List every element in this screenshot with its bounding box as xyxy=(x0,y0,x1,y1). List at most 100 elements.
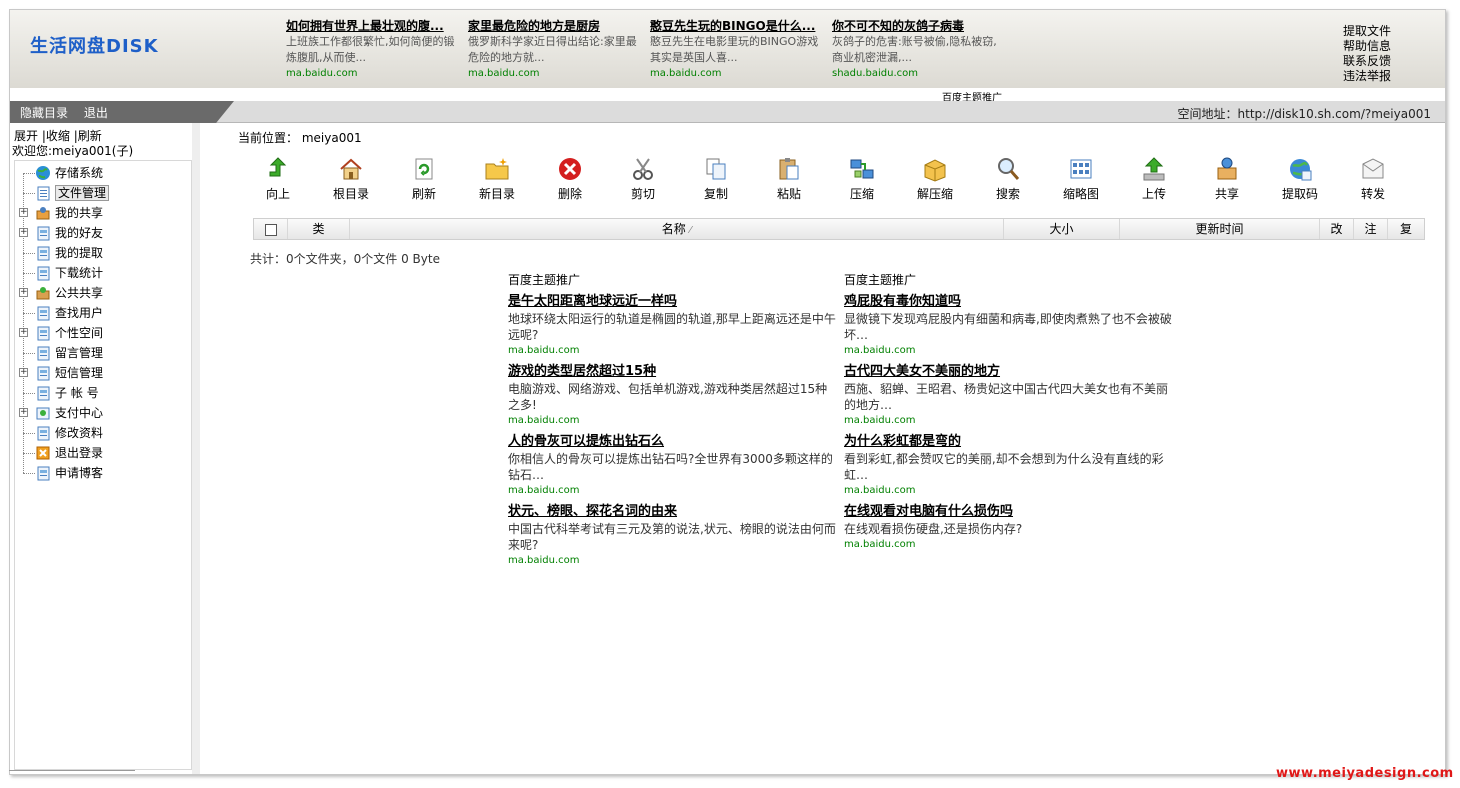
expand-toggle-icon[interactable]: + xyxy=(19,408,28,417)
ad-title[interactable]: 古代四大美女不美丽的地方 xyxy=(844,360,1174,379)
toolbar-button[interactable]: 根目录 xyxy=(321,156,381,202)
header-ad[interactable]: 如何拥有世界上最壮观的腹... 上班族工作都很繁忙,如何简便的锻炼腹肌,从而使.… xyxy=(286,18,461,82)
ad-item[interactable]: 人的骨灰可以提炼出钻石么 你相信人的骨灰可以提炼出钻石吗?全世界有3000多颗这… xyxy=(508,430,838,496)
toolbar-button[interactable]: 解压缩 xyxy=(905,156,965,202)
sidebar-item[interactable]: + 公共共享 xyxy=(15,283,191,303)
ad-item[interactable]: 古代四大美女不美丽的地方 西施、貂蝉、王昭君、杨贵妃这中国古代四大美女也有不美丽… xyxy=(844,360,1174,426)
ad-column-left: 百度主题推广 是午太阳距离地球远近一样吗 地球环绕太阳运行的轨道是椭圆的轨道,那… xyxy=(508,271,838,570)
logout-button[interactable]: 退出 xyxy=(84,106,108,120)
expand-toggle-icon[interactable]: + xyxy=(19,368,28,377)
sidebar-item[interactable]: 查找用户 xyxy=(15,303,191,323)
sidebar-item[interactable]: + 我的共享 xyxy=(15,203,191,223)
ad-url: ma.baidu.com xyxy=(844,539,916,550)
header-ad-title[interactable]: 家里最危险的地方是厨房 xyxy=(468,18,643,34)
toolbar-button[interactable]: 提取码 xyxy=(1270,156,1330,202)
col-note[interactable]: 注 xyxy=(1354,219,1388,239)
sidebar-item[interactable]: 存储系统 xyxy=(15,163,191,183)
col-name[interactable]: 名称 ⁄ xyxy=(350,219,1004,239)
sidebar-item[interactable]: 下载统计 xyxy=(15,263,191,283)
ad-title[interactable]: 状元、榜眼、探花名词的由来 xyxy=(508,500,838,519)
toolbar-button[interactable]: 刷新 xyxy=(394,156,454,202)
collapse-link[interactable]: 收缩 xyxy=(46,129,70,143)
ad-title[interactable]: 是午太阳距离地球远近一样吗 xyxy=(508,290,838,309)
header-ad-desc: 俄罗斯科学家近日得出结论:家里最危险的地方就... xyxy=(468,35,637,64)
ad-title[interactable]: 游戏的类型居然超过15种 xyxy=(508,360,838,379)
header-ad[interactable]: 你不可不知的灰鸽子病毒 灰鸽子的危害:账号被偷,隐私被窃,商业机密泄漏,... … xyxy=(832,18,1007,82)
message-icon xyxy=(35,345,51,361)
sidebar-item[interactable]: 文件管理 xyxy=(15,183,191,203)
header-ad[interactable]: 憨豆先生玩的BINGO是什么... 憨豆先生在电影里玩的BINGO游戏其实是英国… xyxy=(650,18,825,82)
tree-connector xyxy=(23,433,35,434)
header-ad-title[interactable]: 憨豆先生玩的BINGO是什么... xyxy=(650,18,825,34)
ad-item[interactable]: 为什么彩虹都是弯的 看到彩虹,都会赞叹它的美丽,却不会想到为什么没有直线的彩虹…… xyxy=(844,430,1174,496)
site-logo[interactable]: 生活网盘DISK xyxy=(30,32,159,58)
sidebar-item[interactable]: + 支付中心 xyxy=(15,403,191,423)
sidebar-item-label: 短信管理 xyxy=(55,366,104,380)
sidebar-item[interactable]: 修改资料 xyxy=(15,423,191,443)
toolbar-button[interactable]: 删除 xyxy=(540,156,600,202)
expand-toggle-icon[interactable]: + xyxy=(19,328,28,337)
header-ad-title[interactable]: 你不可不知的灰鸽子病毒 xyxy=(832,18,1007,34)
tree-connector xyxy=(23,393,35,394)
sidebar-item[interactable]: + 我的好友 xyxy=(15,223,191,243)
extract-file-link[interactable]: 提取文件 xyxy=(1343,24,1391,39)
select-all-checkbox[interactable] xyxy=(264,223,277,236)
toolbar-button[interactable]: 复制 xyxy=(686,156,746,202)
feedback-link[interactable]: 联系反馈 xyxy=(1343,54,1391,69)
toolbar-button[interactable]: 压缩 xyxy=(832,156,892,202)
toolbar-button[interactable]: 向上 xyxy=(248,156,308,202)
toolbar-button-label: 转发 xyxy=(1360,187,1385,201)
toolbar-button[interactable]: 剪切 xyxy=(613,156,673,202)
help-link[interactable]: 帮助信息 xyxy=(1343,39,1391,54)
toolbar-button[interactable]: 搜索 xyxy=(978,156,1038,202)
expand-toggle-icon[interactable]: + xyxy=(19,208,28,217)
header-ad[interactable]: 家里最危险的地方是厨房 俄罗斯科学家近日得出结论:家里最危险的地方就... ma… xyxy=(468,18,643,82)
ad-item[interactable]: 游戏的类型居然超过15种 电脑游戏、网络游戏、包括单机游戏,游戏种类居然超过15… xyxy=(508,360,838,426)
col-copy[interactable]: 复 xyxy=(1388,219,1424,239)
refresh-link[interactable]: 刷新 xyxy=(78,129,102,143)
sidebar-item[interactable]: + 个性空间 xyxy=(15,323,191,343)
sidebar-item[interactable]: 子 帐 号 xyxy=(15,383,191,403)
expand-toggle-icon[interactable]: + xyxy=(19,288,28,297)
ad-url: ma.baidu.com xyxy=(508,555,580,566)
toolbar-button[interactable]: 上传 xyxy=(1124,156,1184,202)
toolbar-button[interactable]: 缩略图 xyxy=(1051,156,1111,202)
sidebar-item[interactable]: + 短信管理 xyxy=(15,363,191,383)
toolbar-button[interactable]: 共享 xyxy=(1197,156,1257,202)
personal-space-icon xyxy=(35,325,51,341)
header-ad-title[interactable]: 如何拥有世界上最壮观的腹... xyxy=(286,18,461,34)
ad-item[interactable]: 在线观看对电脑有什么损伤吗 在线观看损伤硬盘,还是损伤内存? ma.baidu.… xyxy=(844,500,1174,550)
col-edit[interactable]: 改 xyxy=(1320,219,1354,239)
tree-connector xyxy=(23,473,35,474)
ad-title[interactable]: 为什么彩虹都是弯的 xyxy=(844,430,1174,449)
expand-toggle-icon[interactable]: + xyxy=(19,228,28,237)
col-size[interactable]: 大小 xyxy=(1004,219,1120,239)
tree-connector xyxy=(23,173,35,174)
ad-title[interactable]: 鸡屁股有毒你知道吗 xyxy=(844,290,1174,309)
ad-item[interactable]: 是午太阳距离地球远近一样吗 地球环绕太阳运行的轨道是椭圆的轨道,那早上距离远还是… xyxy=(508,290,838,356)
sidebar: 展开 |收缩 |刷新 欢迎您:meiya001(子) 存储系统 文件管理 + 我的共享… xyxy=(10,123,200,774)
header-ad-url: ma.baidu.com xyxy=(650,68,722,79)
ad-title[interactable]: 在线观看对电脑有什么损伤吗 xyxy=(844,500,1174,519)
expand-link[interactable]: 展开 xyxy=(14,129,38,143)
col-type[interactable]: 类 xyxy=(288,219,350,239)
toolbar-button[interactable]: 转发 xyxy=(1343,156,1403,202)
share-icon xyxy=(1214,156,1240,182)
toolbar-button[interactable]: 粘贴 xyxy=(759,156,819,202)
toolbar-button[interactable]: 新目录 xyxy=(467,156,527,202)
sidebar-item[interactable]: 留言管理 xyxy=(15,343,191,363)
ad-header: 百度主题推广 xyxy=(844,273,917,287)
directory-tree: 存储系统 文件管理 + 我的共享 + 我的好友 我的提取 下载统计 + 公共共享 查找用户 + 个性空间… xyxy=(14,160,192,770)
ad-item[interactable]: 状元、榜眼、探花名词的由来 中国古代科举考试有三元及第的说法,状元、榜眼的说法由… xyxy=(508,500,838,566)
ad-item[interactable]: 鸡屁股有毒你知道吗 显微镜下发现鸡屁股内有细菌和病毒,即使肉煮熟了也不会被破坏…… xyxy=(844,290,1174,356)
toolbar-button-label: 粘贴 xyxy=(776,187,801,201)
sidebar-item[interactable]: 我的提取 xyxy=(15,243,191,263)
forward-icon xyxy=(1360,156,1386,182)
ad-title[interactable]: 人的骨灰可以提炼出钻石么 xyxy=(508,430,838,449)
hide-directory-button[interactable]: 隐藏目录 xyxy=(20,106,68,120)
sidebar-item[interactable]: 申请博客 xyxy=(15,463,191,483)
report-link[interactable]: 违法举报 xyxy=(1343,69,1391,84)
sidebar-item[interactable]: 退出登录 xyxy=(15,443,191,463)
find-user-icon xyxy=(35,305,51,321)
col-updated[interactable]: 更新时间 xyxy=(1120,219,1320,239)
